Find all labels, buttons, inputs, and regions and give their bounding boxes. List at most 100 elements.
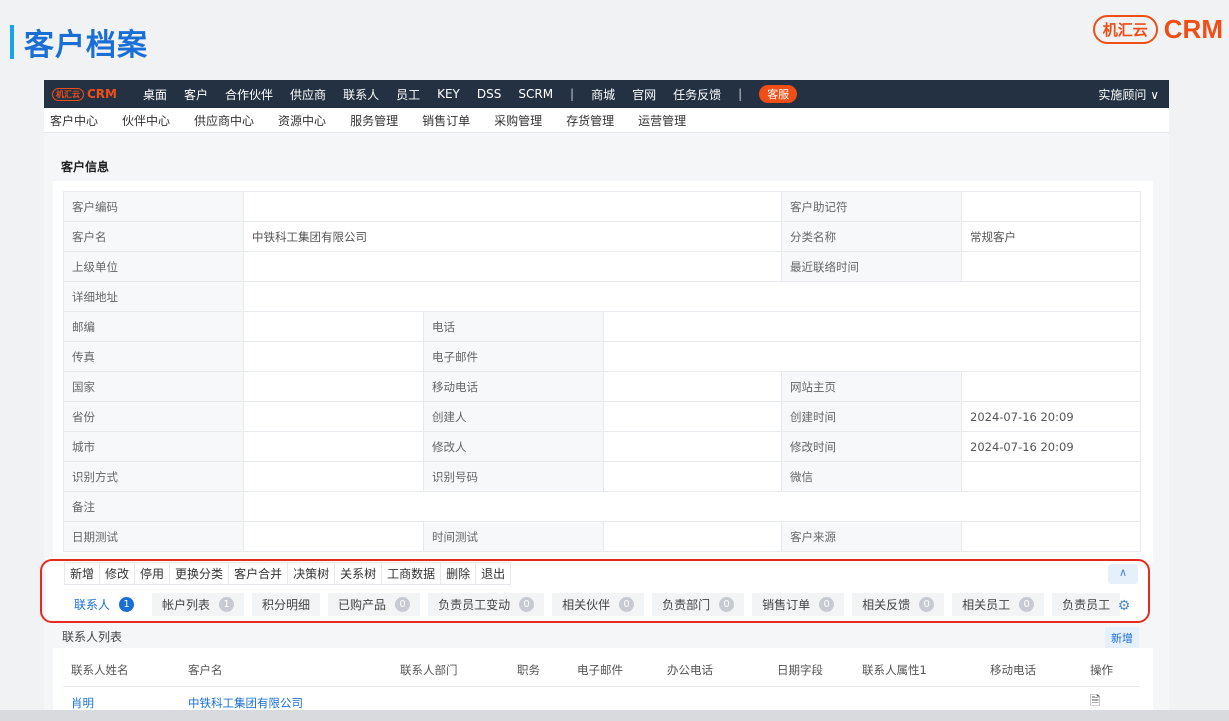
tab-staff-changes[interactable]: 负责员工变动 0	[428, 593, 545, 616]
merge-customer-button[interactable]: 客户合并	[228, 562, 289, 585]
info-row: 备注	[63, 491, 1141, 522]
business-data-button[interactable]: 工商数据	[381, 562, 442, 585]
field-value	[961, 191, 1141, 222]
subnav-purchase-management[interactable]: 采购管理	[494, 112, 542, 129]
tab-related-partners[interactable]: 相关伙伴 0	[552, 593, 645, 616]
relation-tree-button[interactable]: 关系树	[334, 562, 383, 585]
logo-text: CRM	[87, 87, 117, 101]
contact-list-title: 联系人列表	[62, 630, 123, 644]
tab-count: 0	[919, 597, 935, 612]
tab-points-detail[interactable]: 积分明细	[252, 593, 321, 616]
field-value	[243, 251, 782, 282]
column-header[interactable]: 日期字段	[769, 654, 854, 687]
field-label: 修改时间	[781, 431, 962, 462]
subnav-operations-management[interactable]: 运营管理	[638, 112, 686, 129]
field-value: 常规客户	[961, 221, 1141, 252]
info-row: 详细地址	[63, 281, 1141, 312]
subnav-customer-center[interactable]: 客户中心	[50, 112, 98, 129]
field-label: 网站主页	[781, 371, 962, 402]
app-logo[interactable]: 机汇云 CRM	[52, 87, 117, 101]
info-row: 日期测试 时间测试 客户来源	[63, 521, 1141, 552]
column-header[interactable]: 联系人姓名	[63, 654, 180, 687]
field-value	[961, 371, 1141, 402]
field-value	[603, 311, 1141, 342]
tab-count: 0	[819, 597, 835, 612]
field-label: 修改人	[423, 431, 604, 462]
decision-tree-button[interactable]: 决策树	[287, 562, 336, 585]
nav-item-customer[interactable]: 客户	[184, 86, 208, 103]
tab-count: 0	[719, 597, 735, 612]
tab-label: 已购产品	[338, 598, 387, 612]
field-label: 微信	[781, 461, 962, 492]
field-label: 上级单位	[63, 251, 244, 282]
nav-item-website[interactable]: 官网	[632, 86, 656, 103]
crm-window: 机汇云 CRM 桌面 客户 合作伙伴 供应商 联系人 员工 KEY DSS SC…	[44, 80, 1169, 721]
title-accent-bar	[10, 25, 14, 59]
tab-sales-orders[interactable]: 销售订单 0	[752, 593, 845, 616]
subnav-inventory-management[interactable]: 存货管理	[566, 112, 614, 129]
tab-related-employees[interactable]: 相关员工 0	[952, 593, 1045, 616]
nav-item-task-feedback[interactable]: 任务反馈	[673, 86, 721, 103]
document-settings-icon[interactable]: 🗎	[1090, 694, 1100, 709]
exit-button[interactable]: 退出	[475, 562, 512, 585]
customer-service-button[interactable]: 客服	[759, 85, 798, 103]
nav-separator: |	[570, 87, 575, 101]
nav-item-contact[interactable]: 联系人	[343, 86, 379, 103]
customer-info-table: 客户编码 客户助记符 客户名 中铁科工集团有限公司 分类名称 常规客户 上级单位…	[63, 191, 1141, 552]
field-label: 备注	[63, 491, 244, 522]
field-value	[961, 251, 1141, 282]
tab-responsible-employee[interactable]: 负责员工	[1052, 593, 1121, 616]
tab-account-list[interactable]: 帐户列表 1	[152, 593, 245, 616]
add-button[interactable]: 新增	[64, 562, 101, 585]
logo-mark: 机汇云	[52, 87, 84, 101]
field-label: 邮编	[63, 311, 244, 342]
chevron-up-icon[interactable]: ∧	[1108, 564, 1138, 584]
delete-button[interactable]: 删除	[440, 562, 477, 585]
tab-label: 相关伙伴	[562, 598, 611, 612]
column-header[interactable]: 电子邮件	[569, 654, 659, 687]
nav-item-dss[interactable]: DSS	[477, 87, 501, 101]
tab-contacts[interactable]: 联系人 1	[64, 593, 145, 616]
add-contact-button[interactable]: 新增	[1105, 627, 1139, 649]
field-label: 传真	[63, 341, 244, 372]
field-label: 创建人	[423, 401, 604, 432]
nav-item-scrm[interactable]: SCRM	[518, 87, 553, 101]
column-header[interactable]: 客户名	[180, 654, 392, 687]
nav-item-desktop[interactable]: 桌面	[143, 86, 167, 103]
field-value	[243, 401, 424, 432]
tab-responsible-department[interactable]: 负责部门 0	[652, 593, 745, 616]
subnav-resource-center[interactable]: 资源中心	[278, 112, 326, 129]
column-header[interactable]: 职务	[509, 654, 569, 687]
gear-icon[interactable]: ⚙	[1114, 596, 1134, 616]
info-row: 省份 创建人 创建时间 2024-07-16 20:09	[63, 401, 1141, 432]
column-header[interactable]: 联系人属性1	[854, 654, 982, 687]
field-value	[243, 371, 424, 402]
column-header[interactable]: 办公电话	[659, 654, 769, 687]
page-title: 客户档案	[10, 20, 148, 64]
field-value	[243, 431, 424, 462]
nav-item-key[interactable]: KEY	[437, 87, 460, 101]
column-header[interactable]: 联系人部门	[392, 654, 509, 687]
field-label: 电子邮件	[423, 341, 604, 372]
nav-item-supplier[interactable]: 供应商	[290, 86, 326, 103]
subnav-sales-order[interactable]: 销售订单	[422, 112, 470, 129]
subnav-supplier-center[interactable]: 供应商中心	[194, 112, 254, 129]
subnav-partner-center[interactable]: 伙伴中心	[122, 112, 170, 129]
tab-related-feedback[interactable]: 相关反馈 0	[852, 593, 945, 616]
tab-count: 1	[219, 597, 235, 612]
disable-button[interactable]: 停用	[134, 562, 171, 585]
nav-item-mall[interactable]: 商城	[591, 86, 615, 103]
change-category-button[interactable]: 更换分类	[169, 562, 230, 585]
field-value	[603, 461, 782, 492]
edit-button[interactable]: 修改	[99, 562, 136, 585]
tab-purchased-products[interactable]: 已购产品 0	[328, 593, 421, 616]
table-header: 联系人姓名 客户名 联系人部门 职务 电子邮件 办公电话 日期字段 联系人属性1…	[63, 654, 1140, 687]
subnav-service-management[interactable]: 服务管理	[350, 112, 398, 129]
nav-item-partner[interactable]: 合作伙伴	[225, 86, 273, 103]
sub-navigation: 客户中心 伙伴中心 供应商中心 资源中心 服务管理 销售订单 采购管理 存货管理…	[44, 108, 1169, 133]
field-label: 电话	[423, 311, 604, 342]
nav-item-employee[interactable]: 员工	[396, 86, 420, 103]
user-menu[interactable]: 实施顾问 ∨	[1098, 86, 1159, 103]
column-header[interactable]: 移动电话	[982, 654, 1082, 687]
detail-tabs: 联系人 1 帐户列表 1 积分明细 已购产品 0 负责员工变动 0 相关伙伴 0 负责部门…	[64, 593, 1128, 616]
